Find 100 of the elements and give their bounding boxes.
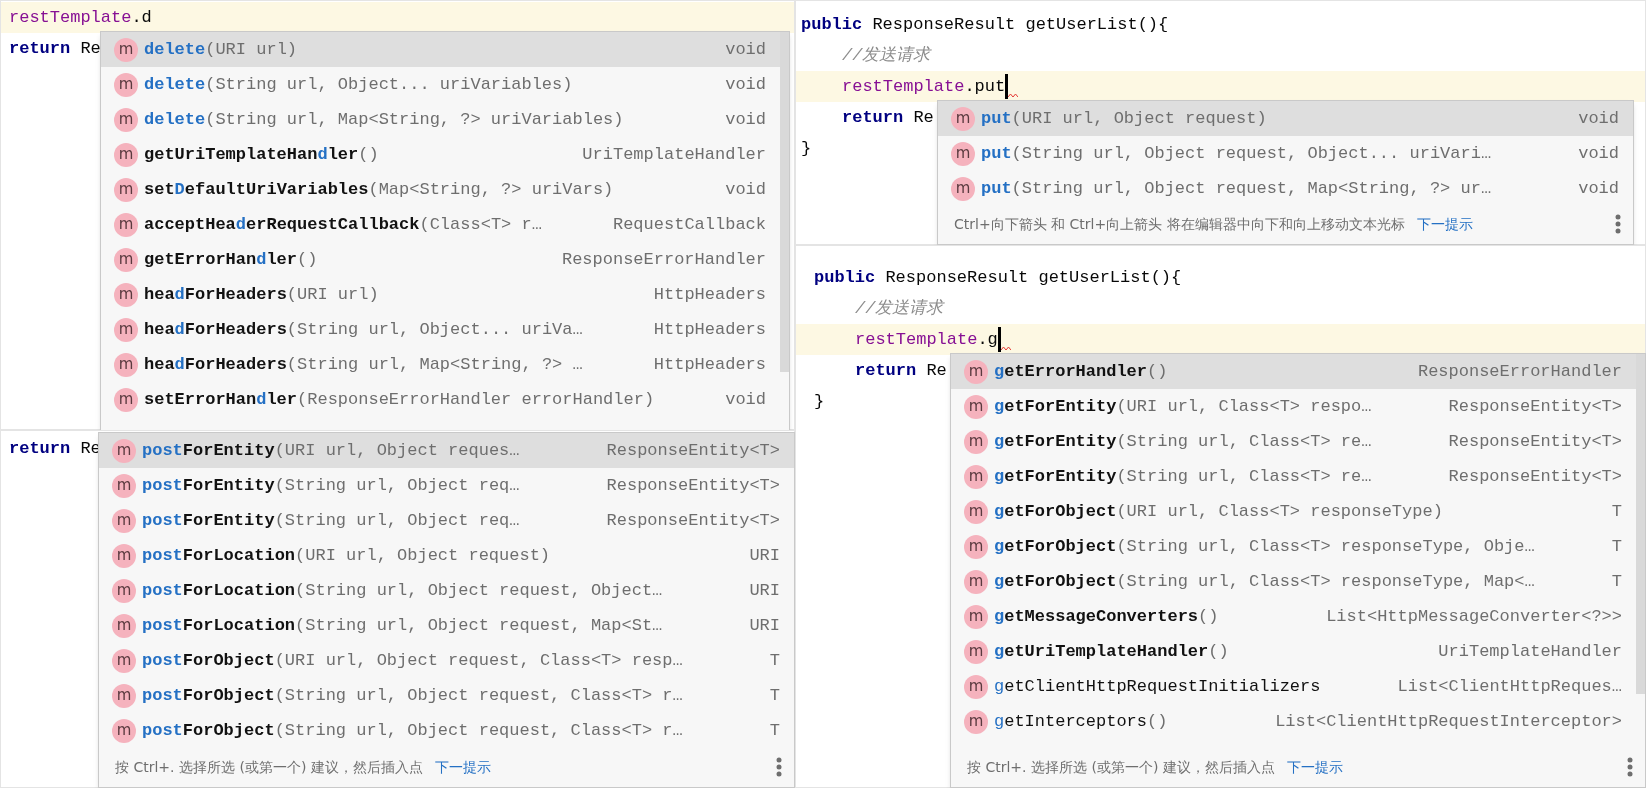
code-line: } (814, 390, 825, 413)
return-type: ResponseErrorHandler (561, 248, 766, 271)
completion-item[interactable]: m postForLocation(String url, Object request, Map<St… URI (99, 608, 794, 643)
next-tip-link[interactable]: 下一提示 (1416, 213, 1473, 235)
completion-item[interactable]: m postForObject(String url, Object request, Class<T> r… T (99, 678, 794, 713)
method-icon: m (951, 176, 975, 201)
method-icon: m (112, 683, 136, 708)
more-options-icon[interactable] (776, 757, 782, 777)
method-icon: m (112, 438, 136, 463)
method-icon: m (964, 709, 988, 734)
method-signature: getErrorHandler() (144, 248, 318, 271)
completion-item[interactable]: m postForEntity(String url, Object req… ResponseEntity<T> (99, 503, 794, 538)
completion-item[interactable]: m postForEntity(URI url, Object reques… ResponseEntity<T> (99, 433, 794, 468)
method-signature: delete(String url, Map<String, ?> uriVariables) (144, 108, 624, 131)
method-icon: m (112, 473, 136, 498)
method-signature: postForLocation(String url, Object request, Map<St… (142, 614, 663, 637)
completion-item[interactable]: m postForEntity(String url, Object req… ResponseEntity<T> (99, 468, 794, 503)
return-type: List<ClientHttpRequestInterceptor> (1275, 710, 1622, 733)
completion-item[interactable]: m getUriTemplateHandler() UriTemplateHandler (101, 137, 780, 172)
completion-item[interactable]: m delete(URI url) void (101, 32, 780, 67)
next-tip-link[interactable]: 下一提示 (434, 756, 491, 778)
method-icon: m (114, 247, 138, 272)
completion-item[interactable]: m postForObject(URI url, Object request, Class<T> resp… T (99, 643, 794, 678)
method-signature: postForLocation(URI url, Object request) (142, 544, 551, 567)
completion-item[interactable]: m delete(String url, Map<String, ?> uriVariables) void (101, 102, 780, 137)
return-type: T (1611, 570, 1622, 593)
completion-item[interactable]: m setErrorHandler(ResponseErrorHandler errorHandler) void (101, 382, 780, 417)
return-type: UriTemplateHandler (1438, 640, 1622, 663)
more-options-icon[interactable] (1615, 214, 1621, 234)
method-signature: put(String url, Object request, Object... uriVari… (981, 142, 1492, 165)
method-icon: m (114, 142, 138, 167)
method-signature: postForEntity(String url, Object req… (142, 474, 520, 497)
code-line: public ResponseResult getUserList(){ (814, 266, 1182, 289)
method-signature: setErrorHandler(ResponseErrorHandler errorHandler) (144, 388, 655, 411)
scrollbar[interactable] (1636, 354, 1645, 694)
method-signature: postForEntity(URI url, Object reques… (142, 439, 520, 462)
return-type: T (769, 649, 780, 672)
completion-item[interactable]: m postForObject(String url, Object request, Class<T> r… T (99, 713, 794, 747)
completion-item[interactable]: m getErrorHandler() ResponseErrorHandler (101, 242, 780, 277)
completion-item[interactable]: m acceptHeaderRequestCallback(Class<T> r… RequestCallback (101, 207, 780, 242)
method-icon: m (114, 177, 138, 202)
completion-item[interactable]: m put(URI url, Object request) void (938, 101, 1633, 136)
hint-text: 按 Ctrl+. 选择所选 (或第一个) 建议，然后插入点 (967, 757, 1275, 777)
method-signature: headForHeaders(String url, Map<String, ?> … (144, 353, 583, 376)
completion-item[interactable]: m getForObject(String url, Class<T> responseType, Obje… T (951, 529, 1636, 564)
completion-item[interactable]: m delete(String url, Object... uriVariables) void (101, 67, 780, 102)
next-tip-link[interactable]: 下一提示 (1286, 756, 1343, 778)
return-type: void (725, 388, 766, 411)
completion-item[interactable]: m postForLocation(String url, Object request, Object… URI (99, 573, 794, 608)
completion-item[interactable]: m put(String url, Object request, Object... uriVari… void (938, 136, 1633, 171)
completion-item[interactable]: m headForHeaders(URI url) HttpHeaders (101, 277, 780, 312)
completion-item[interactable]: m getClientHttpRequestInitializers List<ClientHttpReques… (951, 669, 1636, 704)
method-icon: m (112, 648, 136, 673)
hint-text: 按 Ctrl+. 选择所选 (或第一个) 建议，然后插入点 (115, 757, 423, 777)
method-signature: put(String url, Object request, Map<String, ?> ur… (981, 177, 1492, 200)
method-signature: getForEntity(URI url, Class<T> respo… (994, 395, 1372, 418)
method-signature: delete(URI url) (144, 38, 298, 61)
completion-item[interactable]: m getForObject(URI url, Class<T> responseType) T (951, 494, 1636, 529)
method-signature: getUriTemplateHandler() (144, 143, 379, 166)
method-icon: m (964, 429, 988, 454)
completion-item[interactable]: m setDefaultUriVariables(Map<String, ?> uriVars) void (101, 172, 780, 207)
method-icon: m (112, 578, 136, 603)
method-signature: postForLocation(String url, Object request, Object… (142, 579, 663, 602)
return-type: ResponseEntity<T> (606, 509, 780, 532)
method-signature: getForObject(String url, Class<T> responseType, Map<… (994, 570, 1535, 593)
completion-item[interactable]: m getErrorHandler() ResponseErrorHandler (951, 354, 1636, 389)
method-icon: m (964, 394, 988, 419)
method-signature: setDefaultUriVariables(Map<String, ?> uriVars) (144, 178, 614, 201)
return-type: void (725, 73, 766, 96)
completion-item[interactable]: m getForEntity(String url, Class<T> re… ResponseEntity<T> (951, 459, 1636, 494)
method-icon: m (964, 534, 988, 559)
method-icon: m (964, 674, 988, 699)
method-icon: m (112, 543, 136, 568)
return-type: void (1578, 107, 1619, 130)
return-type: void (725, 38, 766, 61)
return-type: ResponseErrorHandler (1417, 360, 1622, 383)
method-icon: m (112, 718, 136, 743)
return-type: ResponseEntity<T> (1448, 430, 1622, 453)
completion-item[interactable]: m getMessageConverters() List<HttpMessageConverter<?>> (951, 599, 1636, 634)
completion-item[interactable]: m getForEntity(URI url, Class<T> respo… ResponseEntity<T> (951, 389, 1636, 424)
more-options-icon[interactable] (1627, 757, 1633, 777)
code-line: } (801, 137, 812, 160)
completion-item[interactable]: m getInterceptors() List<ClientHttpRequestInterceptor> (951, 704, 1636, 739)
completion-item[interactable]: m headForHeaders(String url, Object... uriVa… HttpHeaders (101, 312, 780, 347)
method-icon: m (951, 141, 975, 166)
error-squiggle-icon (1008, 93, 1019, 98)
method-signature: getForObject(String url, Class<T> responseType, Obje… (994, 535, 1535, 558)
completion-item[interactable]: m put(String url, Object request, Map<String, ?> ur… void (938, 171, 1633, 204)
scrollbar[interactable] (780, 32, 789, 372)
return-type: ResponseEntity<T> (1448, 395, 1622, 418)
completion-item[interactable]: m getForEntity(String url, Class<T> re… ResponseEntity<T> (951, 424, 1636, 459)
completion-item[interactable]: m getUriTemplateHandler() UriTemplateHandler (951, 634, 1636, 669)
method-signature: put(URI url, Object request) (981, 107, 1267, 130)
completion-item[interactable]: m getForObject(String url, Class<T> responseType, Map<… T (951, 564, 1636, 599)
method-icon: m (114, 317, 138, 342)
completion-item[interactable]: m postForLocation(URI url, Object request) URI (99, 538, 794, 573)
method-signature: headForHeaders(String url, Object... uriVa… (144, 318, 583, 341)
return-type: URI (749, 614, 780, 637)
method-signature: postForObject(String url, Object request, Class<T> r… (142, 719, 683, 742)
completion-item[interactable]: m headForHeaders(String url, Map<String, ?> … HttpHeaders (101, 347, 780, 382)
